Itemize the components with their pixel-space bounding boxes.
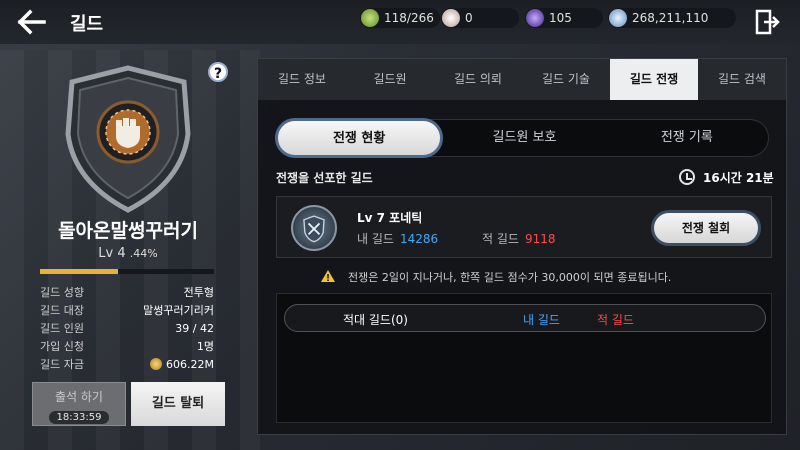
silver-resource: 268,211,110: [608, 8, 736, 28]
info-value: 1명: [196, 340, 214, 353]
cancel-war-button[interactable]: 전쟁 철회: [651, 210, 761, 246]
info-row-leader: 길드 대장 말썽꾸러기리커: [40, 302, 214, 320]
top-bar: 길드 118/266 0 105 268,211,110: [0, 0, 800, 44]
hostile-guild-table: 적대 길드(0) 내 길드 적 길드: [276, 293, 772, 423]
enemy-guild-card: Lv 7 포네틱 내 길드 14286 적 길드 9118 전쟁 철회: [276, 196, 772, 258]
guild-xp-bar: [40, 269, 214, 274]
pearl-value: 0: [465, 11, 473, 25]
attend-timer: 18:33:59: [48, 411, 110, 424]
enemy-guild-emblem: [291, 205, 337, 251]
info-key: 길드 성향: [40, 286, 84, 299]
tab-bar: 길드 정보 길드원 길드 의뢰 길드 기술 길드 전쟁 길드 검색: [258, 59, 786, 100]
pearl-icon: [442, 9, 460, 27]
info-key: 길드 대장: [40, 304, 84, 317]
tab-members[interactable]: 길드원: [346, 59, 434, 100]
subtab-war-history[interactable]: 전쟁 기록: [606, 120, 768, 156]
tab-guild-info[interactable]: 길드 정보: [258, 59, 346, 100]
guild-emblem: [65, 65, 191, 213]
energy-value: 118/266: [384, 11, 434, 25]
my-guild-score-value: 14286: [399, 232, 439, 246]
energy-icon: [361, 9, 379, 27]
funds-value: 606.22M: [166, 358, 214, 371]
info-row-tendency: 길드 성향 전투형: [40, 284, 214, 302]
help-icon[interactable]: ?: [208, 62, 228, 82]
tab-requests[interactable]: 길드 의뢰: [434, 59, 522, 100]
gem-value: 105: [549, 11, 572, 25]
attend-label: 출석 하기: [55, 390, 103, 404]
guild-level-percent: .44%: [129, 247, 158, 260]
my-guild-score: 내 길드 14286: [357, 230, 438, 247]
subtab-member-protection[interactable]: 길드원 보호: [443, 120, 605, 156]
tab-guild-search[interactable]: 길드 검색: [698, 59, 786, 100]
gem-resource: 105: [525, 8, 603, 28]
info-row-funds: 길드 자금 606.22M: [40, 356, 214, 374]
back-arrow-icon[interactable]: [14, 8, 48, 36]
enemy-guild-level-name: Lv 7 포네틱: [357, 211, 423, 225]
declared-guild-title: 전쟁을 선포한 길드: [276, 171, 373, 185]
silver-coin-icon: [609, 9, 627, 27]
tab-guild-war[interactable]: 길드 전쟁: [610, 59, 698, 100]
subtab-war-status[interactable]: 전쟁 현황: [275, 118, 444, 158]
info-value: 606.22M: [150, 356, 214, 374]
attend-button[interactable]: 출석 하기 18:33:59: [32, 382, 126, 426]
clock-icon: [679, 169, 695, 185]
hostile-guild-table-header: 적대 길드(0) 내 길드 적 길드: [284, 304, 766, 332]
guild-name: 돌아온말썽꾸러기: [58, 220, 198, 242]
info-key: 가입 신청: [40, 340, 84, 353]
gold-coin-icon: [150, 358, 163, 370]
leave-guild-button[interactable]: 길드 탈퇴: [131, 382, 225, 426]
info-key: 길드 인원: [40, 322, 84, 335]
tab-skills[interactable]: 길드 기술: [522, 59, 610, 100]
info-row-applications: 가입 신청 1명: [40, 338, 214, 356]
enemy-guild-score: 적 길드 9118: [482, 230, 555, 247]
war-end-notice: 전쟁은 2일이 지나거나, 한쪽 길드 점수가 30,000이 되면 종료됩니다…: [348, 271, 672, 284]
header-my-guild: 내 길드: [523, 313, 560, 327]
info-value: 말썽꾸러기리커: [143, 304, 214, 317]
warning-icon: [321, 270, 335, 282]
war-subtab-bar: 전쟁 현황 길드원 보호 전쟁 기록: [275, 118, 769, 158]
guild-level-value: Lv 4: [98, 246, 126, 261]
exit-door-icon[interactable]: [754, 9, 780, 35]
my-guild-label: 내 길드: [357, 232, 394, 246]
guild-war-panel: 길드 정보 길드원 길드 의뢰 길드 기술 길드 전쟁 길드 검색 전쟁 현황 …: [257, 58, 787, 435]
info-key: 길드 자금: [40, 358, 84, 371]
info-value: 39 / 42: [175, 322, 214, 335]
pearl-resource: 0: [441, 8, 519, 28]
page-title: 길드: [70, 14, 104, 35]
silver-value: 268,211,110: [632, 11, 709, 25]
war-time-left: 16시간 21분: [703, 171, 774, 185]
enemy-guild-score-value: 9118: [524, 232, 556, 246]
header-hostile-guild: 적대 길드(0): [343, 313, 408, 327]
guild-info-list: 길드 성향 전투형 길드 대장 말썽꾸러기리커 길드 인원 39 / 42 가입…: [40, 284, 214, 374]
guild-level: Lv 4 .44%: [0, 246, 256, 261]
enemy-guild-label: 적 길드: [482, 232, 519, 246]
info-row-members: 길드 인원 39 / 42: [40, 320, 214, 338]
purple-gem-icon: [526, 9, 544, 27]
info-value: 전투형: [183, 286, 214, 299]
energy-resource: 118/266: [360, 8, 440, 28]
guild-xp-fill: [40, 269, 119, 274]
header-enemy-guild: 적 길드: [597, 313, 634, 327]
